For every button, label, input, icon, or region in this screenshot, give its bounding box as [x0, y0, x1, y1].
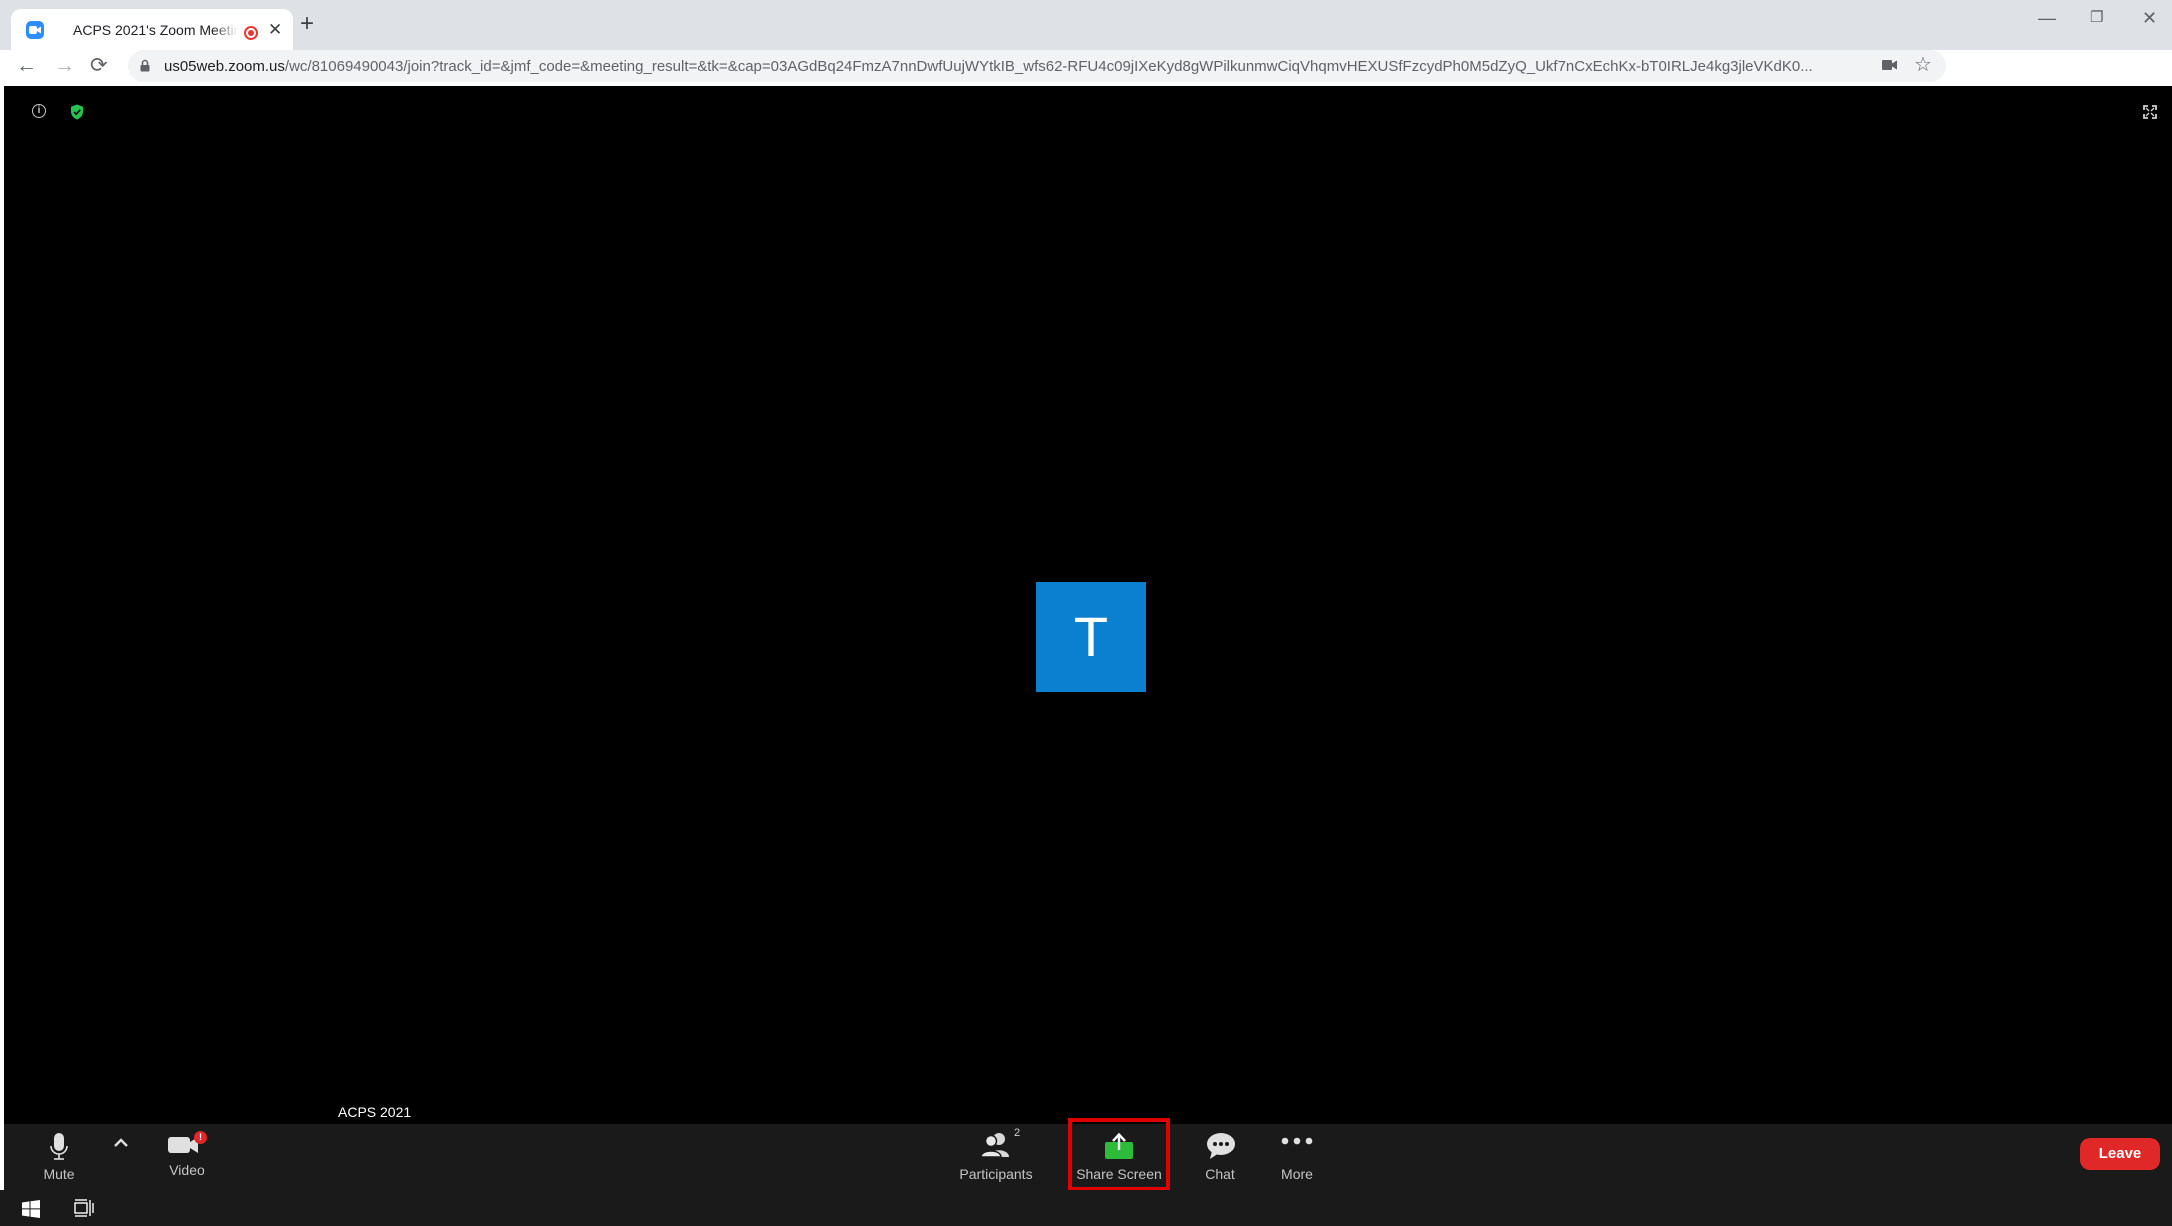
security-shield-icon[interactable]	[70, 104, 84, 120]
minimize-button[interactable]: —	[2038, 8, 2056, 28]
participants-count: 2	[1014, 1127, 1021, 1139]
tab-close-button[interactable]: ✕	[268, 21, 282, 39]
audio-options-chevron-up-icon[interactable]	[113, 1138, 129, 1148]
tab-title: ACPS 2021's Zoom Meeting	[73, 22, 238, 38]
address-bar[interactable]: us05web.zoom.us/wc/81069490043/join?trac…	[128, 50, 1946, 82]
new-tab-button[interactable]: +	[300, 11, 314, 37]
url-path: /wc/81069490043/join?track_id=&jmf_code=…	[284, 58, 1813, 75]
share-screen-label: Share Screen	[1076, 1166, 1162, 1182]
url-host: us05web.zoom.us	[164, 58, 285, 75]
restore-button[interactable]: ❐	[2090, 8, 2103, 28]
fullscreen-icon[interactable]	[2143, 105, 2157, 119]
participant-avatar: T	[1036, 582, 1146, 692]
participants-icon	[980, 1133, 1009, 1158]
mute-label: Mute	[43, 1166, 75, 1182]
video-button[interactable]: ! Video	[149, 1124, 225, 1190]
lock-icon	[140, 59, 150, 72]
windows-start-icon[interactable]	[22, 1200, 40, 1218]
chat-button[interactable]: Chat	[1190, 1124, 1250, 1190]
zoom-favicon-icon	[26, 21, 44, 39]
task-view-icon[interactable]	[74, 1199, 94, 1217]
more-label: More	[1281, 1166, 1313, 1182]
meeting-control-bar: Mute ! Video 2 Participants Share Screen	[4, 1118, 2172, 1191]
reload-button[interactable]: ⟳	[90, 53, 108, 79]
participants-button[interactable]: 2 Participants	[948, 1124, 1044, 1190]
participants-label: Participants	[959, 1166, 1033, 1182]
meeting-video-area: i T ACPS 2021	[4, 86, 2172, 1124]
share-screen-icon	[1105, 1132, 1133, 1159]
more-button[interactable]: More	[1266, 1124, 1328, 1190]
browser-tab[interactable]: ACPS 2021's Zoom Meeting ✕	[11, 9, 293, 50]
microphone-icon	[50, 1133, 68, 1160]
share-screen-button[interactable]: Share Screen	[1068, 1118, 1170, 1191]
browser-toolbar: ← → ⟳ us05web.zoom.us/wc/81069490043/joi…	[0, 50, 2172, 86]
recording-indicator-icon	[244, 26, 258, 40]
url-text[interactable]: us05web.zoom.us/wc/81069490043/join?trac…	[164, 58, 1864, 75]
camera-in-use-icon[interactable]	[1882, 59, 1898, 71]
forward-button[interactable]: →	[54, 53, 75, 79]
browser-tab-strip: ACPS 2021's Zoom Meeting ✕ + — ❐ ✕	[0, 0, 2172, 50]
windows-taskbar	[0, 1190, 2172, 1226]
bookmark-star-icon[interactable]: ☆	[1914, 53, 1932, 77]
video-label: Video	[169, 1162, 205, 1178]
mute-button[interactable]: Mute	[24, 1124, 94, 1190]
window-close-button[interactable]: ✕	[2142, 8, 2157, 28]
chat-bubble-icon	[1207, 1133, 1235, 1159]
chat-label: Chat	[1205, 1166, 1235, 1182]
leave-button[interactable]: Leave	[2080, 1138, 2160, 1170]
more-dots-icon	[1281, 1137, 1313, 1145]
participant-name-label: ACPS 2021	[338, 1104, 412, 1120]
video-warning-badge: !	[194, 1131, 207, 1144]
back-button[interactable]: ←	[16, 53, 37, 79]
meeting-info-icon[interactable]: i	[32, 104, 46, 118]
